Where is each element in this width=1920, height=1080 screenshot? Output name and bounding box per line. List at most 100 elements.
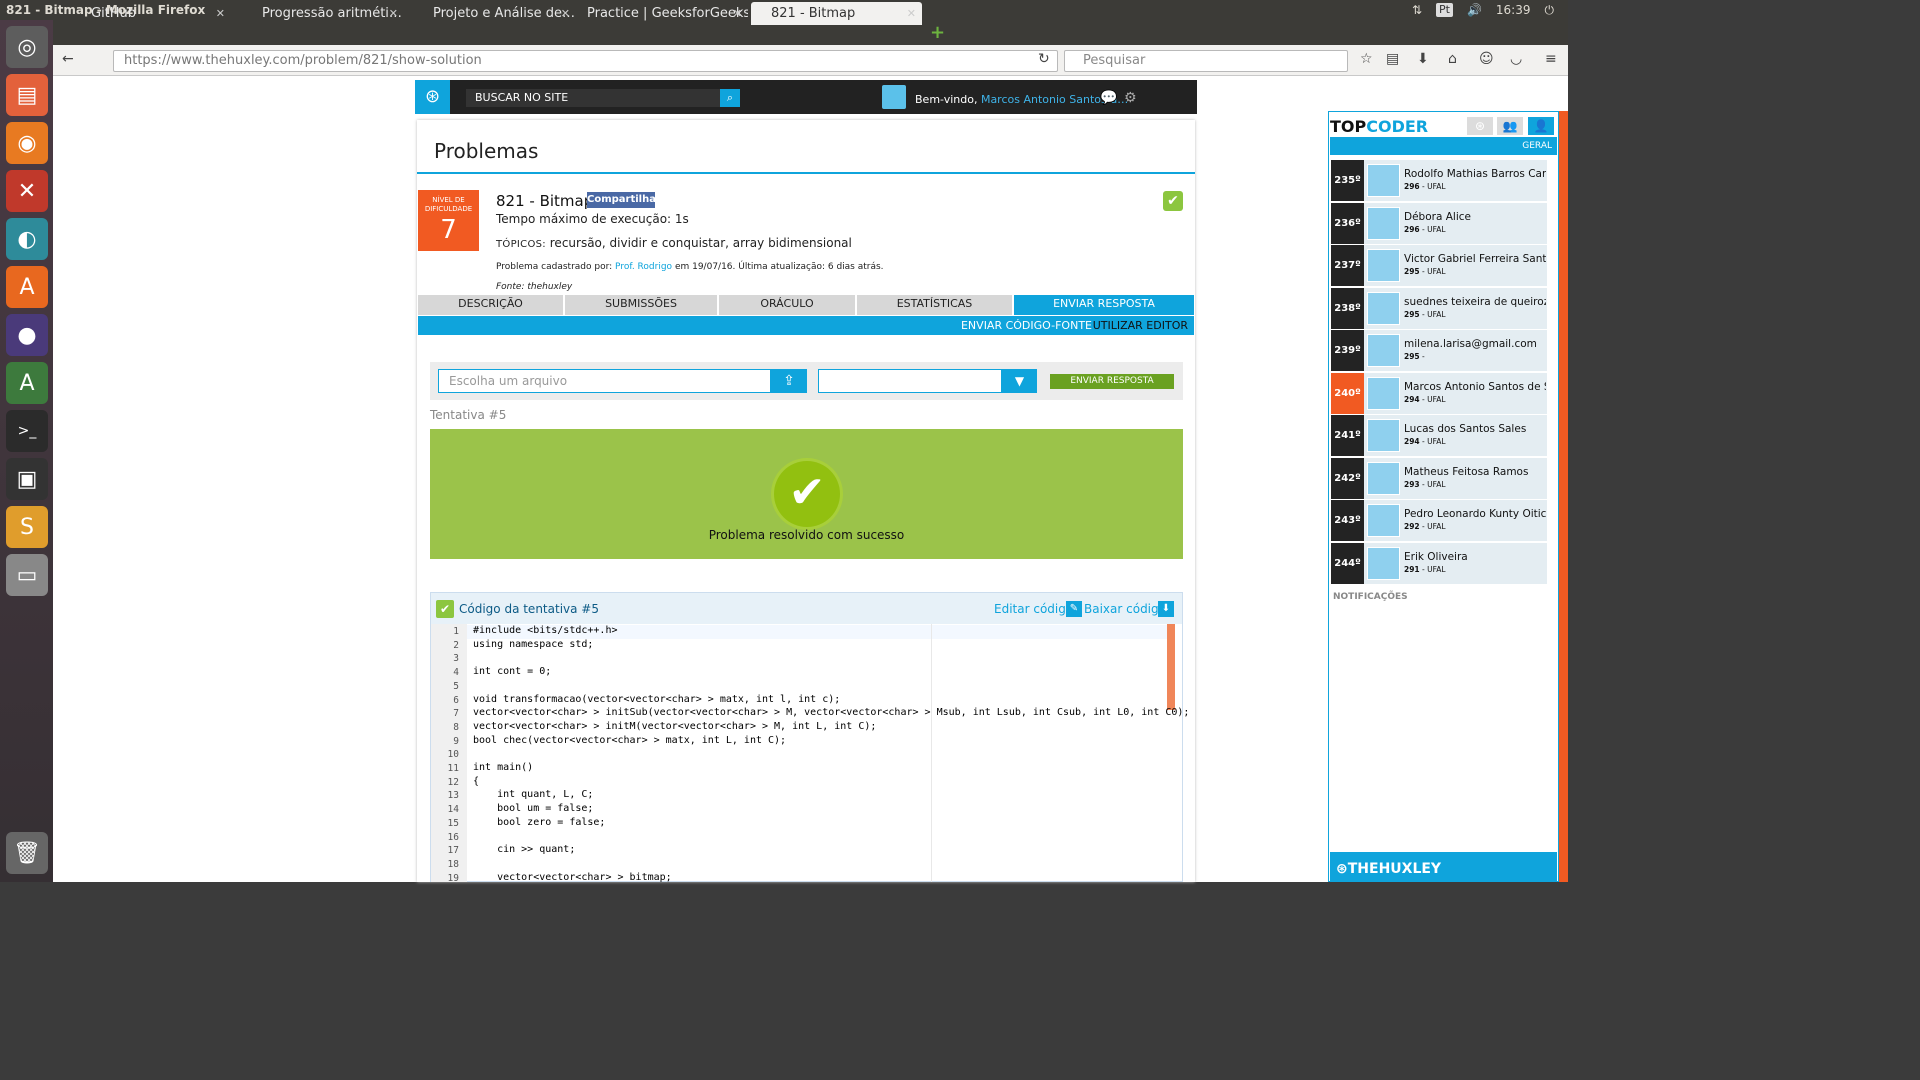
chat-icon[interactable]: ☺	[1479, 51, 1494, 67]
gear-icon[interactable]: ⚙	[1124, 90, 1137, 106]
language-select[interactable]	[818, 369, 1002, 393]
sublime-icon[interactable]: S	[6, 506, 48, 548]
network-icon[interactable]: ⇅	[1412, 0, 1422, 20]
ranking-row[interactable]: 240º Marcos Antonio Santos de S… 294 - UFA…	[1331, 372, 1547, 414]
ranking-row[interactable]: 235º Rodolfo Mathias Barros Card… 296 - UF…	[1331, 160, 1547, 201]
terminal-icon[interactable]: >_	[6, 410, 48, 452]
url-bar[interactable]: https://www.thehuxley.com/problem/821/sh…	[113, 50, 1058, 72]
code-line[interactable]: bool chec(vector<vector<char> > matx, in…	[473, 735, 786, 746]
ranking-row[interactable]: 241º Lucas dos Santos Sales 294 - UFAL	[1331, 415, 1547, 456]
close-icon[interactable]: ✕	[733, 2, 742, 25]
tab-submit[interactable]: ENVIAR RESPOSTA	[1014, 295, 1194, 315]
avatar[interactable]	[1367, 249, 1400, 282]
avatar[interactable]	[1367, 291, 1400, 325]
tab-submissions[interactable]: SUBMISSÕES	[565, 295, 719, 315]
download-icon[interactable]: ⬇	[1417, 51, 1429, 67]
avatar[interactable]	[1367, 461, 1400, 495]
file-input[interactable]: Escolha um arquivo	[438, 369, 771, 393]
code-line[interactable]: int quant, L, C;	[473, 789, 593, 800]
tab-statistics[interactable]: ESTATÍSTICAS	[857, 295, 1014, 315]
avatar[interactable]	[882, 85, 906, 109]
webcam-icon[interactable]: ◐	[6, 218, 48, 260]
avatar[interactable]	[1367, 206, 1400, 240]
search-icon[interactable]: ⌕	[720, 89, 740, 107]
browser-tab[interactable]: Practice | GeeksforGeeks ✕	[584, 2, 748, 25]
user-name[interactable]: Rodolfo Mathias Barros Card…	[1404, 168, 1546, 180]
close-icon[interactable]: ✕	[561, 2, 570, 25]
chevron-down-icon[interactable]: ▼	[1002, 369, 1037, 393]
close-icon[interactable]: ✕	[389, 2, 398, 25]
ranking-row[interactable]: 237º Victor Gabriel Ferreira Santo… 295 - …	[1331, 245, 1547, 286]
avatar[interactable]	[1367, 334, 1400, 367]
user-name[interactable]: suednes teixeira de queiroz …	[1404, 296, 1546, 308]
edit-icon[interactable]: ✎	[1066, 601, 1082, 617]
browser-search-input[interactable]: Pesquisar	[1064, 50, 1348, 72]
ranking-row[interactable]: 238º suednes teixeira de queiroz …295 - U…	[1331, 287, 1547, 329]
new-tab-icon[interactable]: +	[930, 22, 945, 43]
keyboard-layout[interactable]: Pt	[1436, 3, 1453, 17]
submit-source-link[interactable]: ENVIAR CÓDIGO-FONTE	[961, 319, 1092, 332]
code-line[interactable]: vector<vector<char> > initSub(vector<vec…	[473, 707, 1189, 718]
code-line[interactable]: #include <bits/stdc++.h>	[473, 625, 618, 636]
ubuntu-icon[interactable]: ◎	[6, 26, 48, 68]
user-name[interactable]: Lucas dos Santos Sales	[1404, 423, 1546, 435]
avatar[interactable]	[1367, 376, 1400, 410]
close-icon[interactable]: ✕	[907, 2, 916, 25]
group-filter-icon[interactable]: 👥	[1497, 117, 1523, 135]
clock[interactable]: 16:39	[1496, 0, 1531, 20]
huxley-logo-icon[interactable]: ⊛	[415, 80, 450, 114]
tab-description[interactable]: DESCRIÇÃO	[418, 295, 565, 315]
bookmark-icon[interactable]: ☆	[1360, 51, 1373, 67]
user-name[interactable]: Marcos Antonio Santos de S…	[1404, 381, 1546, 393]
volume-icon[interactable]: 🔊	[1467, 0, 1482, 20]
avatar[interactable]	[1367, 164, 1400, 197]
tab-oracle[interactable]: ORÁCULO	[719, 295, 857, 315]
user-name[interactable]: Pedro Leonardo Kunty Oitici…	[1404, 508, 1546, 520]
home-icon[interactable]: ⌂	[1448, 51, 1457, 67]
code-line[interactable]: int cont = 0;	[473, 666, 551, 677]
code-line[interactable]: using namespace std;	[473, 639, 593, 650]
browser-tab-active[interactable]: 821 - Bitmap ✕	[751, 2, 922, 25]
avatar[interactable]	[1367, 504, 1400, 537]
user-filter-icon[interactable]: 👤	[1528, 117, 1554, 135]
browser-tab[interactable]: GitHub ✕	[71, 2, 231, 25]
submit-button[interactable]: ENVIAR RESPOSTA	[1050, 374, 1174, 389]
trash-icon[interactable]: 🗑	[6, 832, 48, 874]
share-button[interactable]: Compartilhar	[587, 192, 661, 208]
eclipse-icon[interactable]: ●	[6, 314, 48, 356]
huxley-filter-icon[interactable]: ⊛	[1467, 117, 1493, 135]
user-name[interactable]: Erik Oliveira	[1404, 551, 1546, 563]
code-line[interactable]: bool um = false;	[473, 803, 593, 814]
pocket-icon[interactable]: ◡	[1510, 51, 1522, 67]
avatar[interactable]	[1367, 419, 1400, 452]
messages-icon[interactable]: 💬	[1100, 90, 1117, 106]
user-name[interactable]: Victor Gabriel Ferreira Santo…	[1404, 253, 1546, 265]
download-icon[interactable]: ⬇	[1158, 601, 1174, 617]
keepass-icon[interactable]: ▣	[6, 458, 48, 500]
browser-tab[interactable]: Progressão aritméti… ✕	[242, 2, 404, 25]
updater-icon[interactable]: A	[6, 362, 48, 404]
code-line[interactable]: vector<vector<char> > initM(vector<vecto…	[473, 721, 876, 732]
site-search-input[interactable]: BUSCAR NO SITE	[466, 89, 720, 107]
back-icon[interactable]: ←	[62, 51, 74, 67]
reload-icon[interactable]: ↻	[1038, 51, 1050, 67]
ranking-row[interactable]: 244º Erik Oliveira 291 - UFAL	[1331, 542, 1547, 584]
code-line[interactable]: int main()	[473, 762, 533, 773]
filter-label[interactable]: GERAL	[1522, 141, 1552, 151]
reading-list-icon[interactable]: ▤	[1386, 51, 1399, 67]
user-name[interactable]: Débora Alice	[1404, 211, 1546, 223]
download-code-link[interactable]: Baixar código	[1084, 602, 1166, 616]
code-line[interactable]: vector<vector<char> > bitmap;	[473, 872, 672, 883]
ranking-row[interactable]: 243º Pedro Leonardo Kunty Oitici… 292 - UF…	[1331, 500, 1547, 541]
power-icon[interactable]: ⏻	[1545, 0, 1555, 20]
user-name[interactable]: Matheus Feitosa Ramos	[1404, 466, 1546, 478]
settings-icon[interactable]: ✕	[6, 170, 48, 212]
code-line[interactable]: bool zero = false;	[473, 817, 605, 828]
code-line[interactable]: cin >> quant;	[473, 844, 575, 855]
use-editor-link[interactable]: UTILIZAR EDITOR	[1093, 319, 1188, 332]
edit-code-link[interactable]: Editar código	[994, 602, 1073, 616]
software-center-icon[interactable]: A	[6, 266, 48, 308]
ranking-row[interactable]: 242º Matheus Feitosa Ramos 293 - UFAL	[1331, 457, 1547, 499]
menu-icon[interactable]: ≡	[1545, 51, 1557, 67]
upload-icon[interactable]: ⇪	[771, 369, 807, 393]
